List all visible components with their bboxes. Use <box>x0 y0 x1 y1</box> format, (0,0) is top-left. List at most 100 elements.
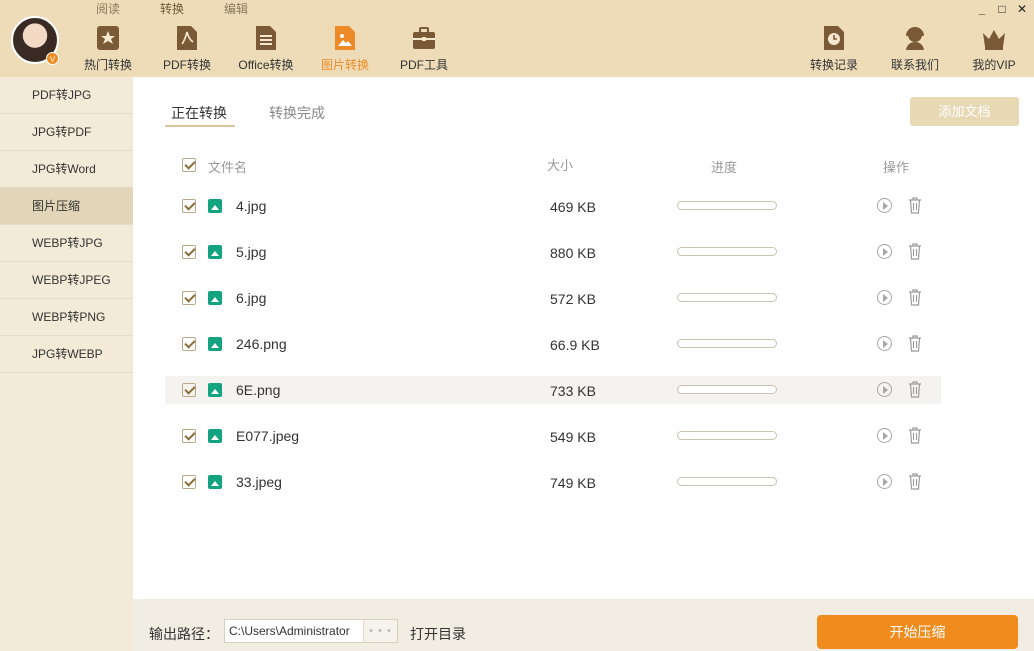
image-file-icon <box>208 199 222 213</box>
nav-contact-label: 联系我们 <box>890 58 939 72</box>
row-checkbox[interactable] <box>182 199 196 213</box>
nav-history[interactable]: 转换记录 <box>794 24 874 73</box>
progress-bar <box>677 431 777 440</box>
trash-icon[interactable] <box>907 197 923 214</box>
image-file-icon <box>208 291 222 305</box>
play-icon[interactable] <box>877 474 892 489</box>
main-panel: 正在转换 转换完成 添加文档 文件名 大小 进度 操作 4.jpg 469 KB 5… <box>133 77 1034 599</box>
tab-done[interactable]: 转换完成 <box>269 103 325 123</box>
headset-icon <box>906 27 924 50</box>
window-controls: _ □ ✕ <box>976 3 1028 15</box>
row-checkbox[interactable] <box>182 337 196 351</box>
progress-bar <box>677 477 777 486</box>
file-size: 549 KB <box>550 429 596 445</box>
image-file-icon <box>208 383 222 397</box>
image-file-icon <box>208 475 222 489</box>
table-row[interactable]: 6E.png 733 KB <box>165 376 941 404</box>
close-button[interactable]: ✕ <box>1016 3 1028 15</box>
output-path-label: 输出路径： <box>149 626 219 642</box>
trash-icon[interactable] <box>907 289 923 306</box>
nav-image-convert[interactable]: 图片转换 <box>305 24 385 73</box>
table-row[interactable]: E077.jpeg 549 KB <box>165 422 941 450</box>
play-icon[interactable] <box>877 428 892 443</box>
trash-icon[interactable] <box>907 243 923 260</box>
browse-button[interactable]: • • • <box>363 620 397 642</box>
trash-icon[interactable] <box>907 381 923 398</box>
add-document-button[interactable]: 添加文档 <box>910 97 1019 126</box>
sidebar-item-webp-to-png[interactable]: WEBP转PNG <box>0 299 133 336</box>
column-header-size: 大小 <box>547 158 574 173</box>
play-icon[interactable] <box>877 382 892 397</box>
play-icon[interactable] <box>877 290 892 305</box>
progress-bar <box>677 201 777 210</box>
play-icon[interactable] <box>877 336 892 351</box>
clock-file-icon <box>824 26 844 50</box>
image-file-icon <box>208 429 222 443</box>
select-all-checkbox[interactable] <box>182 158 196 172</box>
column-header-progress: 进度 <box>711 160 738 175</box>
nav-pdf-convert[interactable]: PDF转换 <box>147 24 227 73</box>
column-header-name: 文件名 <box>208 160 248 175</box>
nav-contact[interactable]: 联系我们 <box>875 24 955 73</box>
tab-converting[interactable]: 正在转换 <box>171 103 227 123</box>
pdf-file-icon <box>177 26 197 50</box>
sidebar-item-image-compress[interactable]: 图片压缩 <box>0 188 133 225</box>
table-row[interactable]: 6.jpg 572 KB <box>165 284 941 312</box>
active-tab-underline <box>165 125 235 127</box>
mode-tabs: 阅读 转换 编辑 <box>76 0 268 18</box>
mode-tab-convert[interactable]: 转换 <box>140 0 204 18</box>
progress-bar <box>677 339 777 348</box>
row-checkbox[interactable] <box>182 383 196 397</box>
output-path-field[interactable]: C:\Users\Administrator • • • <box>224 619 398 643</box>
table-row[interactable]: 5.jpg 880 KB <box>165 238 941 266</box>
row-checkbox[interactable] <box>182 291 196 305</box>
image-file-icon <box>208 337 222 351</box>
table-row[interactable]: 246.png 66.9 KB <box>165 330 941 358</box>
nav-office-convert[interactable]: Office转换 <box>226 24 306 73</box>
minimize-button[interactable]: _ <box>976 3 988 15</box>
nav-pdftools-label: PDF工具 <box>399 58 448 72</box>
progress-bar <box>677 293 777 302</box>
image-file-icon <box>208 245 222 259</box>
file-size: 880 KB <box>550 245 596 261</box>
file-size: 66.9 KB <box>550 337 600 353</box>
crown-icon <box>983 30 1005 50</box>
nav-vip[interactable]: 我的VIP <box>954 24 1034 73</box>
progress-bar <box>677 385 777 394</box>
table-row[interactable]: 4.jpg 469 KB <box>165 192 941 220</box>
nav-pdf-tools[interactable]: PDF工具 <box>384 24 464 73</box>
row-checkbox[interactable] <box>182 429 196 443</box>
nav-hot-convert[interactable]: 热门转换 <box>68 24 148 73</box>
trash-icon[interactable] <box>907 473 923 490</box>
sidebar-item-webp-to-jpeg[interactable]: WEBP转JPEG <box>0 262 133 299</box>
nav-pdf-label: PDF转换 <box>162 58 211 72</box>
sidebar-item-jpg-to-word[interactable]: JPG转Word <box>0 151 133 188</box>
output-path-value: C:\Users\Administrator <box>229 624 350 638</box>
play-icon[interactable] <box>877 198 892 213</box>
sidebar-item-pdf-to-jpg[interactable]: PDF转JPG <box>0 77 133 114</box>
row-checkbox[interactable] <box>182 245 196 259</box>
row-checkbox[interactable] <box>182 475 196 489</box>
open-directory-link[interactable]: 打开目录 <box>410 624 466 644</box>
table-header: 文件名 大小 进度 操作 <box>165 153 941 177</box>
table-row[interactable]: 33.jpeg 749 KB <box>165 468 941 496</box>
sidebar-item-webp-to-jpg[interactable]: WEBP转JPG <box>0 225 133 262</box>
sidebar-item-jpg-to-pdf[interactable]: JPG转PDF <box>0 114 133 151</box>
mode-tab-edit[interactable]: 编辑 <box>204 0 268 18</box>
nav-history-label: 转换记录 <box>809 58 858 72</box>
file-size: 469 KB <box>550 199 596 215</box>
file-name: 4.jpg <box>236 198 267 214</box>
trash-icon[interactable] <box>907 427 923 444</box>
maximize-button[interactable]: □ <box>996 3 1008 15</box>
nav-vip-label: 我的VIP <box>972 58 1016 72</box>
nav-image-label: 图片转换 <box>320 58 369 72</box>
sidebar-item-jpg-to-webp[interactable]: JPG转WEBP <box>0 336 133 373</box>
nav-office-label: Office转换 <box>238 58 294 72</box>
file-name: 6.jpg <box>236 290 267 306</box>
start-compress-button[interactable]: 开始压缩 <box>817 615 1018 649</box>
trash-icon[interactable] <box>907 335 923 352</box>
play-icon[interactable] <box>877 244 892 259</box>
mode-tab-read[interactable]: 阅读 <box>76 0 140 18</box>
file-size: 572 KB <box>550 291 596 307</box>
nav-hot-label: 热门转换 <box>83 58 132 72</box>
